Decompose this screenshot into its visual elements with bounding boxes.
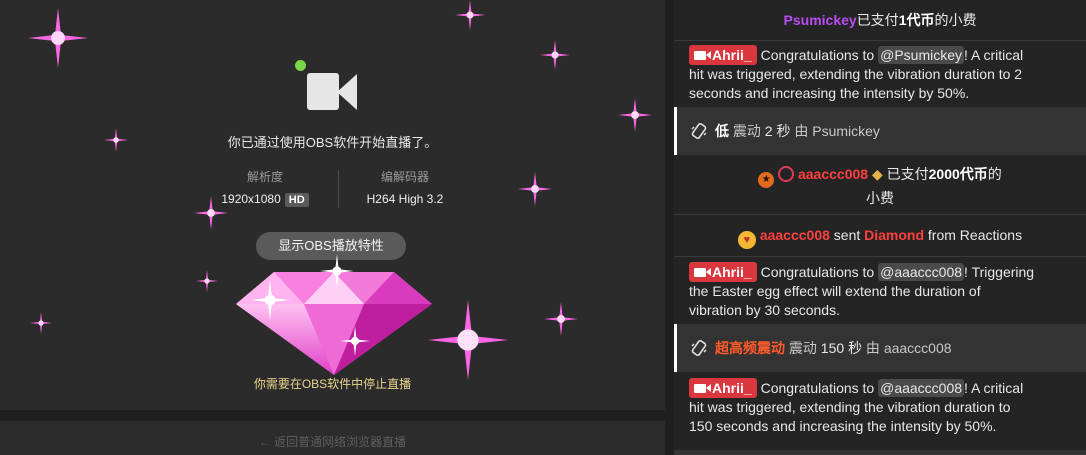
video-icon — [694, 384, 711, 393]
sparkle-effect — [250, 280, 290, 320]
sparkle-effect — [518, 172, 552, 206]
chat-panel: Psumickey已支付1代币的小费 Ahrii_ Congratulation… — [674, 0, 1086, 455]
sparkle-effect — [540, 40, 570, 70]
sparkle-effect — [455, 0, 485, 30]
hd-badge: HD — [284, 193, 309, 207]
stream-panel: 你已通过使用OBS软件开始直播了。 解析度 1920x1080 HD 编解码器 H… — [0, 0, 665, 455]
encoder-label: 编解码器 — [380, 170, 429, 184]
back-bar: ← 返回普通网络浏览器直播 — [0, 421, 665, 455]
sparkle-effect — [194, 196, 228, 230]
resolution-label: 解析度 — [246, 170, 283, 184]
camera-icon — [293, 60, 365, 112]
resolution-value: 1920x1080 — [221, 192, 281, 206]
user-mention[interactable]: @aaaccc008 — [878, 379, 965, 397]
live-indicator — [295, 60, 306, 71]
vibration-notice: 低 震动 2 秒 由 Psumickey — [674, 107, 1086, 155]
video-icon — [694, 51, 711, 60]
tip-message: ★ aaaccc008 ◆ 已支付2000代币的 小费 — [674, 160, 1086, 212]
encoder-spec: 编解码器 H264 High 3.2 — [340, 168, 470, 206]
spec-divider — [338, 170, 339, 208]
bot-name-badge[interactable]: Ahrii_ — [689, 378, 757, 398]
tipper-name[interactable]: Psumickey — [784, 12, 857, 28]
vibrate-icon — [691, 123, 707, 139]
stream-specs: 解析度 1920x1080 HD 编解码器 H264 High 3.2 — [200, 168, 470, 212]
sender-name[interactable]: aaaccc008 — [760, 227, 830, 243]
diamond-badge-icon — [778, 166, 795, 182]
vibrate-icon — [691, 340, 707, 356]
vibration-level: 低 — [715, 123, 729, 139]
bot-message: Ahrii_ Congratulations to @aaaccc008! A … — [689, 378, 1024, 434]
heart-eyes-emoji: ♥ — [737, 231, 756, 249]
sparkle-effect — [618, 98, 652, 132]
tip-message: Psumickey已支付1代币的小费 — [783, 12, 977, 28]
shield-icon: ◆ — [871, 166, 883, 182]
bot-message: Ahrii_ Congratulations to @Psumickey! A … — [674, 40, 1086, 106]
bot-name-badge[interactable]: Ahrii_ — [689, 262, 757, 282]
gift-name: Diamond — [864, 227, 925, 243]
stream-stage: 你已通过使用OBS软件开始直播了。 解析度 1920x1080 HD 编解码器 H… — [0, 0, 665, 410]
sparkle-effect — [104, 128, 128, 152]
sparkle-effect — [320, 254, 354, 288]
sparkle-effect — [340, 326, 370, 356]
vibration-level: 超高频震动 — [715, 340, 785, 356]
stream-status-text: 你已通过使用OBS软件开始直播了。 — [227, 135, 438, 150]
stop-stream-note: 你需要在OBS软件中停止直播 — [253, 377, 412, 391]
sparkle-effect — [544, 302, 578, 336]
reaction-message: ♥ aaaccc008 sent Diamond from Reactions — [674, 214, 1086, 256]
sparkle-effect — [196, 270, 218, 292]
vibration-user[interactable]: aaaccc008 — [884, 340, 952, 356]
tipper-name[interactable]: aaaccc008 — [798, 166, 868, 182]
arrow-left-icon: ← — [258, 435, 271, 449]
chat-bottom-edge — [674, 450, 1086, 455]
vibration-user[interactable]: Psumickey — [812, 123, 880, 139]
bot-message: Ahrii_ Congratulations to @aaaccc008! Tr… — [674, 256, 1086, 322]
user-mention[interactable]: @Psumickey — [878, 46, 965, 64]
encoder-value: H264 High 3.2 — [366, 192, 444, 206]
back-to-browser-link[interactable]: ← 返回普通网络浏览器直播 — [0, 433, 665, 450]
video-icon — [694, 268, 711, 277]
star-badge-icon: ★ — [758, 172, 775, 188]
vibration-notice: 超高频震动 震动 150 秒 由 aaaccc008 — [674, 324, 1086, 372]
user-mention[interactable]: @aaaccc008 — [878, 263, 965, 281]
sparkle-effect — [28, 8, 88, 68]
sparkle-effect — [428, 300, 508, 380]
bot-name-badge[interactable]: Ahrii_ — [689, 45, 757, 65]
sparkle-effect — [30, 312, 52, 334]
